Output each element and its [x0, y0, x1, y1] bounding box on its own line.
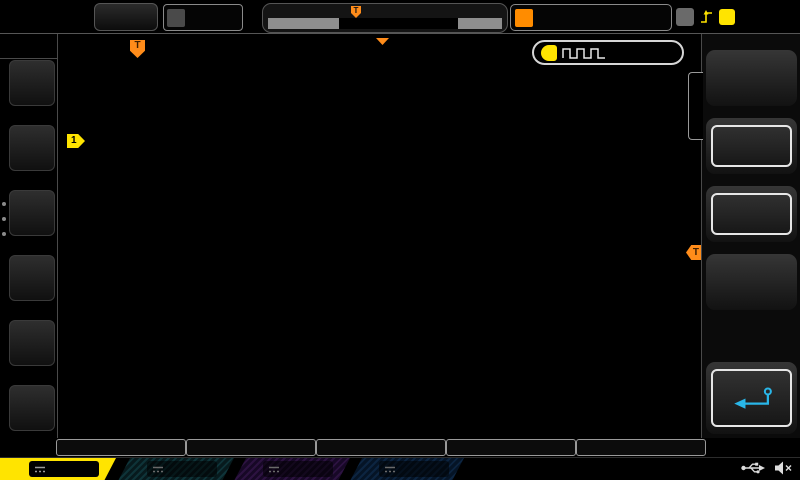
thumbnail-trigger-flag: T: [351, 6, 361, 18]
right-menu: [701, 34, 800, 457]
channel-4-status[interactable]: [350, 458, 464, 480]
trigger-label: [676, 8, 694, 26]
speaker-muted-icon: [774, 461, 792, 475]
menu-tab-save: [688, 72, 703, 140]
dc-coupling-icon: [34, 465, 46, 474]
dc-coupling-icon: [152, 465, 164, 474]
menu-item-vmax[interactable]: [9, 60, 55, 107]
usb-icon: [740, 461, 766, 475]
horizontal-timebase-box[interactable]: [163, 4, 243, 31]
measurement-min: [316, 439, 446, 456]
menu-title: [0, 34, 57, 59]
measurement-base: [576, 439, 706, 456]
oscilloscope-screen: T 1 T T: [0, 0, 800, 480]
timebase-thumbnail[interactable]: T: [262, 3, 508, 33]
measurement-avg: [56, 439, 186, 456]
dc-coupling-icon: [268, 465, 280, 474]
trigger-info-box[interactable]: [676, 4, 740, 29]
square-wave-icon: [562, 47, 606, 59]
menu-item-vmin[interactable]: [9, 125, 55, 172]
display-window-region: [339, 18, 458, 29]
trigger-edge-icon: [699, 8, 714, 26]
top-status-bar: T: [0, 0, 800, 34]
graticule-canvas: [62, 34, 701, 438]
menu-item-vbase[interactable]: [9, 320, 55, 367]
measurement-freq: [186, 439, 316, 456]
frequency-counter: [532, 40, 684, 65]
new-folder-button[interactable]: [706, 186, 797, 242]
menu-item-vtop[interactable]: [9, 255, 55, 302]
measurement-max: [446, 439, 576, 456]
horizontal-label: [167, 9, 185, 27]
waveform-display: 1 T T: [62, 34, 701, 438]
channel-1-status[interactable]: [0, 458, 116, 480]
left-menu: [0, 34, 58, 457]
menu-item-vamp[interactable]: [9, 385, 55, 432]
channel-2-status[interactable]: [118, 458, 234, 480]
menu-item-vpp[interactable]: [9, 190, 55, 237]
channel-3-status[interactable]: [234, 458, 350, 480]
new-file-button[interactable]: [706, 118, 797, 174]
memory-waveform-bar: [268, 18, 502, 29]
run-state-badge: [94, 3, 158, 31]
freq-counter-source-badge: [541, 45, 557, 61]
channel-status-bar: [0, 457, 800, 480]
delete-button[interactable]: [706, 254, 797, 310]
delay-box[interactable]: [510, 4, 672, 31]
measurement-bar: [0, 438, 800, 457]
trigger-source-badge: [719, 9, 735, 25]
back-button[interactable]: [706, 362, 797, 434]
menu-page-indicator: [2, 202, 6, 236]
delay-label: [515, 9, 533, 27]
dc-coupling-icon: [384, 465, 396, 474]
save-button[interactable]: [706, 50, 797, 106]
return-arrow-icon: [724, 383, 780, 413]
